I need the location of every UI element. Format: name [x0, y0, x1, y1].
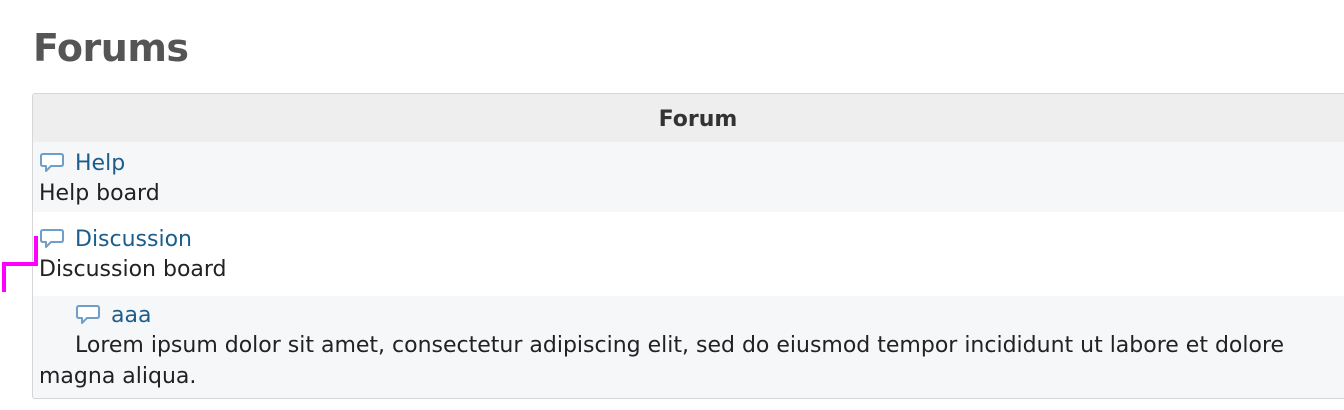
forum-link-line: Discussion [39, 224, 1344, 254]
forum-link-discussion[interactable]: Discussion [75, 227, 192, 252]
forum-description-long: Lorem ipsum dolor sit amet, consectetur … [39, 330, 1344, 392]
forum-table: Forum Help Help board Discussion Discuss… [32, 93, 1344, 399]
forum-row-help: Help Help board [33, 142, 1344, 212]
speech-bubble-icon [75, 304, 101, 326]
speech-bubble-icon [39, 152, 65, 174]
indent-guide-marker [2, 236, 38, 292]
forum-row-aaa: aaa Lorem ipsum dolor sit amet, consecte… [33, 296, 1344, 398]
forum-description: Help board [39, 181, 160, 206]
forum-link-aaa[interactable]: aaa [111, 303, 151, 328]
table-header-forum: Forum [33, 94, 1344, 142]
page-title: Forums [33, 26, 189, 70]
forum-link-line: Help [39, 148, 1344, 178]
forums-page: Forums Forum Help Help board Discussion … [0, 0, 1344, 410]
forum-link-help[interactable]: Help [75, 151, 125, 176]
forum-link-line: aaa [39, 300, 1344, 330]
forum-description-text: Lorem ipsum dolor sit amet, consectetur … [39, 333, 1285, 389]
speech-bubble-icon [39, 228, 65, 250]
forum-row-discussion: Discussion Discussion board [33, 212, 1344, 296]
forum-description: Discussion board [39, 257, 227, 282]
